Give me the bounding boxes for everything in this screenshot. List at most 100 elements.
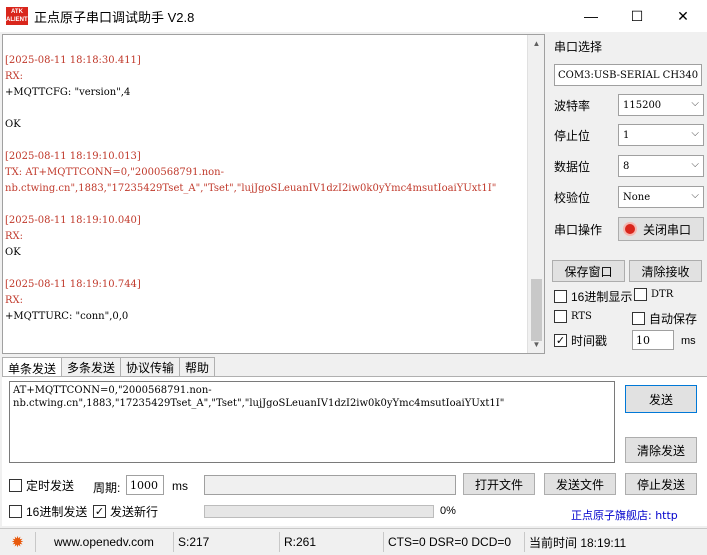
stop-send-button[interactable]: 停止发送 (625, 473, 697, 495)
port-select-row: 串口选择 (554, 38, 602, 55)
chevron-down-icon: ⌵ (691, 98, 699, 109)
send-newline-label: 发送新行 (110, 505, 159, 519)
send-progress-bar (204, 505, 434, 518)
baud-row: 波特率 115200 ⌵ (554, 94, 704, 116)
progress-text: 0% (440, 505, 456, 517)
checkbox-icon (9, 479, 22, 492)
scroll-up-icon[interactable]: ▲ (528, 35, 545, 52)
checkbox-icon (554, 290, 567, 303)
dtr-label: DTR (651, 289, 674, 300)
close-icon: ✕ (677, 7, 689, 24)
timestamp-interval-input[interactable]: 10 (632, 330, 674, 350)
tab-single-send[interactable]: 单条发送 (2, 357, 63, 378)
port-operation-row: 串口操作 关闭串口 (554, 217, 704, 241)
modem-signals: CTS=0 DSR=0 DCD=0 (384, 532, 525, 552)
scroll-down-icon[interactable]: ▼ (528, 336, 545, 353)
parity-label: 校验位 (554, 190, 591, 205)
modem-signals-label: CTS=0 DSR=0 DCD=0 (388, 535, 512, 549)
parity-select[interactable]: None ⌵ (618, 186, 704, 208)
save-window-label: 保存窗口 (564, 264, 613, 279)
send-button[interactable]: 发送 (625, 385, 697, 413)
send-newline-checkbox[interactable]: ✓ 发送新行 (93, 503, 158, 520)
hex-display-checkbox[interactable]: 16进制显示 (554, 288, 632, 305)
settings-gear-icon[interactable]: ✹ (0, 532, 36, 552)
clear-send-label: 清除发送 (636, 443, 685, 458)
log-content: [2025-08-11 18:18:30.411] RX: +MQTTCFG: … (5, 53, 525, 341)
auto-save-checkbox[interactable]: 自动保存 (632, 310, 697, 327)
log-timestamp: [2025-08-11 18:18:30.411] (5, 55, 141, 66)
timestamp-checkbox[interactable]: ✓ 时间戳 (554, 332, 607, 349)
checkbox-icon (554, 310, 567, 323)
open-file-button[interactable]: 打开文件 (463, 473, 535, 495)
period-input[interactable]: 1000 (126, 475, 164, 495)
hex-send-label: 16进制发送 (26, 505, 88, 519)
brand-store-link[interactable]: 正点原子旗舰店: http (571, 507, 678, 523)
log-scrollbar[interactable]: ▲ ▼ (527, 35, 544, 353)
file-path-field[interactable] (204, 475, 456, 495)
maximize-button[interactable]: ☐ (614, 0, 660, 32)
stop-send-label: 停止发送 (636, 477, 685, 492)
hex-send-checkbox[interactable]: 16进制发送 (9, 503, 87, 520)
stopbits-row: 停止位 1 ⌵ (554, 124, 704, 146)
send-button-label: 发送 (648, 392, 673, 407)
timed-send-checkbox[interactable]: 定时发送 (9, 477, 74, 494)
rts-checkbox[interactable]: RTS (554, 310, 592, 323)
chevron-down-icon: ⌵ (691, 159, 699, 170)
chevron-down-icon: ⌵ (691, 190, 699, 201)
parity-row: 校验位 None ⌵ (554, 186, 704, 208)
send-textarea[interactable]: AT+MQTTCONN=0,"2000568791.non- nb.ctwing… (9, 381, 615, 463)
maximize-icon: ☐ (630, 7, 644, 24)
log-timestamp: [2025-08-11 18:19:10.040] (5, 215, 141, 226)
close-window-button[interactable]: ✕ (660, 0, 706, 32)
baud-label: 波特率 (554, 98, 591, 113)
clear-receive-button[interactable]: 清除接收 (629, 260, 702, 282)
scroll-thumb[interactable] (531, 279, 542, 341)
tab-help[interactable]: 帮助 (179, 357, 216, 377)
port-select-label: 串口选择 (554, 40, 603, 54)
received-count: R:261 (280, 532, 384, 552)
checkmark-icon: ✓ (554, 334, 567, 347)
log-entry: [2025-08-11 18:19:10.013] TX: AT+MQTTCON… (5, 149, 525, 197)
checkbox-icon (634, 288, 647, 301)
dtr-checkbox[interactable]: DTR (634, 288, 673, 301)
website-link[interactable]: www.openedv.com (36, 532, 174, 552)
tab-multi-send[interactable]: 多条发送 (61, 357, 122, 377)
auto-save-label: 自动保存 (649, 312, 698, 326)
open-file-label: 打开文件 (474, 477, 523, 492)
timestamp-label: 时间戳 (571, 334, 608, 348)
stopbits-label: 停止位 (554, 128, 591, 143)
clear-send-button[interactable]: 清除发送 (625, 437, 697, 463)
rts-label: RTS (571, 311, 592, 322)
save-window-button[interactable]: 保存窗口 (552, 260, 625, 282)
databits-label: 数据位 (554, 159, 591, 174)
log-line: OK (5, 119, 21, 130)
log-line: nb.ctwing.cn",1883,"17235429Tset_A","Tse… (5, 183, 497, 194)
baud-select[interactable]: 115200 ⌵ (618, 94, 704, 116)
send-tabs: 单条发送 多条发送 协议传输 帮助 (2, 357, 216, 378)
minimize-button[interactable]: — (568, 0, 614, 32)
close-port-button[interactable]: 关闭串口 (618, 217, 704, 241)
period-label: 周期: (93, 481, 121, 495)
receive-log[interactable]: [2025-08-11 18:18:30.411] RX: +MQTTCFG: … (2, 34, 545, 354)
log-entry: [2025-08-11 18:18:30.411] RX: +MQTTCFG: … (5, 53, 525, 133)
log-line: OK (5, 247, 21, 258)
send-file-button[interactable]: 发送文件 (544, 473, 616, 495)
sent-count: S:217 (174, 532, 280, 552)
port-select[interactable]: COM3:USB-SERIAL CH340 (554, 64, 702, 86)
port-operation-label: 串口操作 (554, 222, 603, 237)
log-direction: RX: (5, 295, 24, 306)
sent-count-label: S:217 (178, 535, 210, 549)
gear-icon: ✹ (11, 534, 24, 551)
received-count-label: R:261 (284, 535, 317, 549)
checkbox-icon (9, 505, 22, 518)
timestamp-unit: ms (681, 335, 696, 347)
log-timestamp: [2025-08-11 18:19:10.744] (5, 279, 141, 290)
timestamp-interval-value: 10 (636, 333, 650, 347)
website-label: www.openedv.com (54, 535, 154, 549)
send-panel: AT+MQTTCONN=0,"2000568791.non- nb.ctwing… (2, 376, 707, 526)
tab-protocol[interactable]: 协议传输 (120, 357, 181, 377)
databits-select[interactable]: 8 ⌵ (618, 155, 704, 177)
baud-value: 115200 (623, 99, 662, 111)
current-time-label: 当前时间 18:19:11 (529, 535, 627, 550)
stopbits-select[interactable]: 1 ⌵ (618, 124, 704, 146)
